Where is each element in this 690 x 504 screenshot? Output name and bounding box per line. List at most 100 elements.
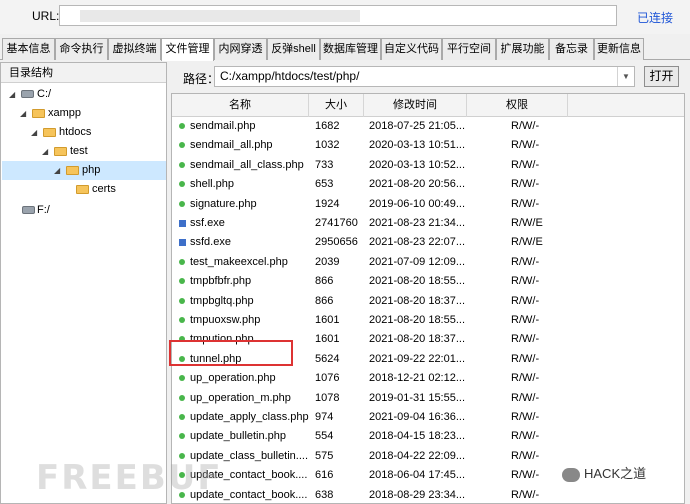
tree-node[interactable]: ◢ test: [1, 142, 161, 161]
file-size-cell: 2741760: [315, 217, 358, 229]
modified-time-cell: 2018-06-04 17:45...: [369, 469, 466, 482]
url-bar: URL: 已连接: [0, 0, 690, 34]
expand-arrow-icon[interactable]: ◢: [31, 123, 41, 142]
connection-status-link[interactable]: 已连接: [637, 9, 673, 26]
php-file-icon: [179, 258, 185, 265]
tab-2[interactable]: 虚拟终端: [108, 38, 161, 60]
table-row[interactable]: shell.php 653 2021-08-20 20:56... R/W/-: [172, 175, 684, 194]
folder-icon: [54, 147, 67, 156]
table-row[interactable]: update_bulletin.php 554 2018-04-15 18:23..…: [172, 427, 684, 446]
file-size-cell: 5624: [315, 352, 340, 365]
php-file-icon: [179, 297, 185, 304]
table-row[interactable]: signature.php 1924 2019-06-10 00:49... R/W/…: [172, 195, 684, 214]
modified-time-cell: 2021-08-20 18:55...: [369, 314, 466, 326]
column-header[interactable]: 大小: [309, 94, 364, 117]
path-dropdown-icon[interactable]: ▼: [617, 67, 634, 86]
tree-node-label: F:/: [37, 204, 50, 216]
tab-4[interactable]: 内网穿透: [214, 38, 267, 60]
file-size-cell: 1076: [315, 372, 340, 385]
modified-time-cell: 2021-08-20 18:55...: [369, 275, 466, 288]
column-header[interactable]: 修改时间: [364, 94, 467, 117]
php-file-icon: [179, 394, 185, 401]
file-size-cell: 1078: [315, 391, 340, 404]
permission-cell: R/W/E: [511, 217, 543, 229]
expand-arrow-icon[interactable]: ◢: [20, 104, 30, 123]
tab-1[interactable]: 命令执行: [55, 38, 108, 60]
expand-arrow-icon[interactable]: ◢: [54, 161, 64, 180]
permission-cell: R/W/-: [511, 255, 540, 268]
modified-time-cell: 2018-04-15 18:23...: [369, 430, 466, 443]
file-size-cell: 638: [315, 488, 334, 501]
directory-tree-panel: 目录结构 ◢ C:/ ◢ xampp ◢ htdocs ◢ test ◢ php certs F:/: [0, 62, 167, 504]
table-row[interactable]: up_operation.php 1076 2018-12-21 02:12... R…: [172, 369, 684, 388]
table-row[interactable]: tmpbgltq.php 866 2021-08-20 18:37... R/W/-: [172, 292, 684, 311]
file-size-cell: 1682: [315, 120, 340, 132]
modified-time-cell: 2020-03-13 10:52...: [369, 158, 466, 171]
php-file-icon: [179, 414, 185, 420]
file-name-cell: sendmail_all.php: [190, 139, 273, 152]
file-list-header: 名称 大小 修改时间 权限: [172, 94, 684, 117]
modified-time-cell: 2018-12-21 02:12...: [369, 372, 466, 385]
table-row[interactable]: update_contact_book.... 638 2018-08-29 23:…: [172, 486, 684, 503]
php-file-icon: [179, 161, 185, 168]
table-row[interactable]: sendmail_all_class.php 733 2020-03-13 10:5…: [172, 156, 684, 175]
modified-time-cell: 2021-09-04 16:36...: [369, 411, 466, 423]
tab-9[interactable]: 扩展功能: [496, 38, 549, 60]
table-row[interactable]: tmpuoxsw.php 1601 2021-08-20 18:55... R/W/-: [172, 311, 684, 330]
table-row[interactable]: tmpbfbfr.php 866 2021-08-20 18:55... R/W/-: [172, 272, 684, 291]
tree-node[interactable]: certs: [1, 180, 161, 199]
modified-time-cell: 2021-07-09 12:09...: [369, 255, 466, 268]
tab-10[interactable]: 备忘录: [549, 38, 594, 60]
tree-node-label: xampp: [48, 107, 82, 119]
permission-cell: R/W/-: [511, 314, 540, 326]
modified-time-cell: 2018-08-29 23:34...: [369, 488, 466, 501]
tree-node[interactable]: ◢ php: [2, 161, 166, 180]
permission-cell: R/W/-: [511, 391, 540, 404]
url-label: URL:: [32, 9, 60, 23]
table-row[interactable]: update_apply_class.php 974 2021-09-04 16:3…: [172, 408, 684, 427]
file-name-cell: update_apply_class.php: [190, 411, 309, 423]
tab-7[interactable]: 自定义代码: [381, 38, 442, 60]
watermark-left: FREEBUF: [36, 458, 223, 498]
tab-0[interactable]: 基本信息: [2, 38, 55, 60]
modified-time-cell: 2019-01-31 15:55...: [369, 391, 466, 404]
tab-6[interactable]: 数据库管理: [320, 38, 381, 60]
tab-5[interactable]: 反弹shell: [267, 38, 320, 60]
tree-node-label: htdocs: [59, 126, 92, 138]
tree-node[interactable]: F:/: [1, 201, 161, 220]
table-row[interactable]: ssfd.exe 2950656 2021-08-23 22:07... R/W/E: [172, 233, 684, 252]
url-input[interactable]: [59, 5, 617, 26]
permission-cell: R/W/-: [511, 120, 540, 132]
open-button[interactable]: 打开: [644, 66, 679, 87]
php-file-icon: [179, 142, 185, 149]
column-header[interactable]: 权限: [467, 94, 568, 117]
expand-arrow-icon[interactable]: ◢: [9, 85, 19, 104]
file-name-cell: ssf.exe: [190, 217, 225, 229]
php-file-icon: [179, 433, 185, 440]
permission-cell: R/W/E: [511, 236, 543, 249]
expand-arrow-icon[interactable]: ◢: [42, 142, 52, 161]
tree-node-label: C:/: [37, 88, 52, 100]
table-row[interactable]: test_makeexcel.php 2039 2021-07-09 12:09..…: [172, 253, 684, 272]
tree-node[interactable]: ◢ C:/: [1, 85, 161, 104]
tab-8[interactable]: 平行空间: [442, 38, 496, 60]
tree-node[interactable]: ◢ htdocs: [1, 123, 161, 142]
modified-time-cell: 2020-03-13 10:51...: [369, 139, 466, 152]
tree-node-label: php: [82, 164, 101, 176]
tab-3[interactable]: 文件管理: [161, 38, 214, 61]
path-input[interactable]: C:/xampp/htdocs/test/php/ ▼: [214, 66, 635, 87]
tree-node-label: certs: [92, 183, 116, 195]
php-file-icon: [179, 278, 185, 285]
tree-header: 目录结构: [1, 63, 166, 83]
table-row[interactable]: sendmail_all.php 1032 2020-03-13 10:51... R…: [172, 136, 684, 155]
table-row[interactable]: sendmail.php 1682 2018-07-25 21:05... R/W/-: [172, 117, 684, 136]
table-row[interactable]: ssf.exe 2741760 2021-08-23 21:34... R/W/E: [172, 214, 684, 233]
table-row[interactable]: up_operation_m.php 1078 2019-01-31 15:55..…: [172, 389, 684, 408]
file-size-cell: 1032: [315, 139, 340, 152]
tree-node[interactable]: ◢ xampp: [1, 104, 161, 123]
modified-time-cell: 2021-08-20 20:56...: [369, 178, 466, 191]
tab-11[interactable]: 更新信息: [594, 38, 644, 60]
file-size-cell: 866: [315, 294, 334, 307]
column-header[interactable]: 名称: [172, 94, 309, 117]
file-size-cell: 554: [315, 430, 334, 443]
